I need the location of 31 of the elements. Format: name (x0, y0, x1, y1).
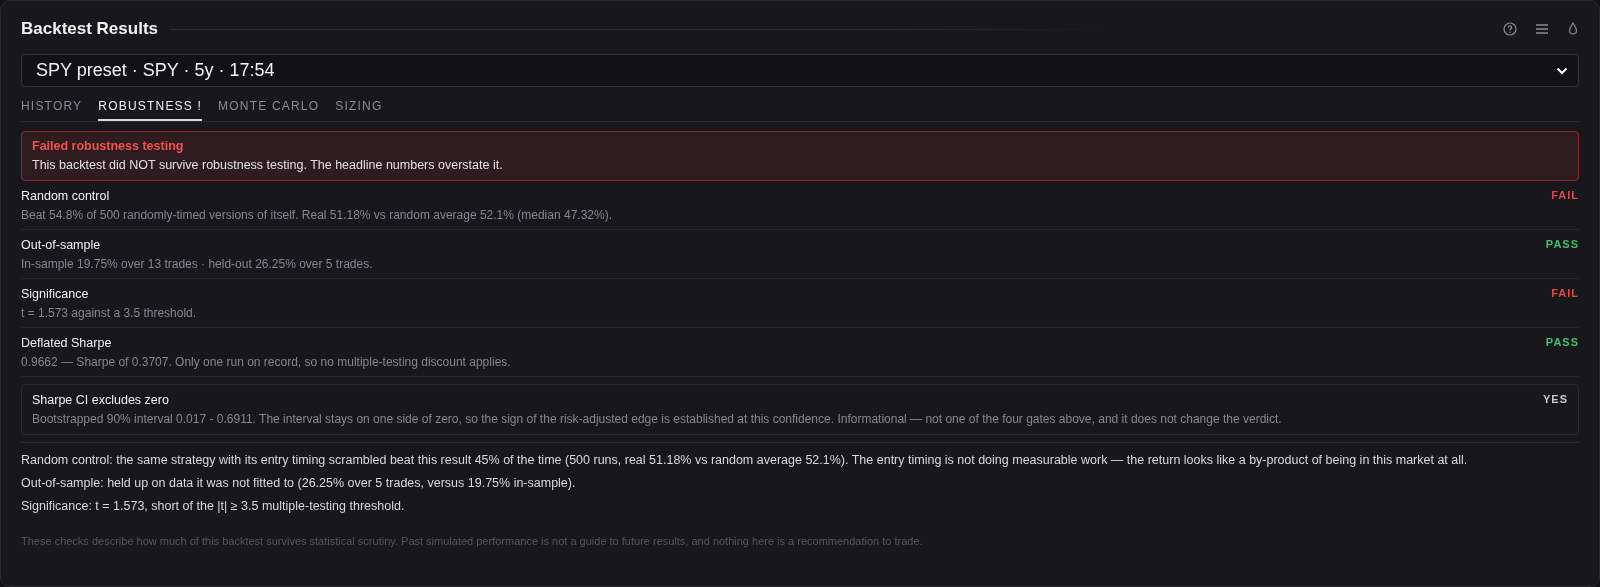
chevron-down-icon (1556, 66, 1568, 75)
check-name: Significance (21, 287, 90, 301)
check-name: Sharpe CI excludes zero (32, 393, 170, 407)
verdict-label: PASS (1545, 238, 1579, 252)
alert-title: Failed robustness testing (32, 139, 185, 153)
verdict-label: PASS (1545, 336, 1579, 350)
check-detail: Bootstrapped 90% interval 0.017 - 0.6911. The interval stays on one side of zero, so the sign of the risk-adjusted edge is established at this confidence. Informational — not one of the four gates above, and it does not change the verdict. (32, 412, 1283, 426)
preset-select[interactable]: SPY preset · SPY · 5y · 17:54 (21, 54, 1579, 87)
tab[interactable]: ROBUSTNESS ! (98, 95, 203, 121)
menu-icon[interactable] (1535, 23, 1549, 35)
check-detail: In-sample 19.75% over 13 trades · held-out 26.25% over 5 trades. (21, 257, 374, 271)
droplet-icon[interactable] (1567, 22, 1579, 36)
tab[interactable]: MONTE CARLO (218, 95, 320, 121)
explanation-text: Random control: the same strategy with its entry timing scrambled beat this result 45% of the time (500 runs, real 51.18% vs random average 52.1%). The entry timing is not doing measurable work — the return looks like a by-product of being in this market at all. (21, 453, 1469, 467)
explanation-text: Significance: t = 1.573, short of the |t| ≥ 3.5 multiple-testing threshold. (21, 499, 406, 513)
check-name: Random control (21, 189, 111, 203)
alert-message: This backtest did NOT survive robustness testing. The headline numbers overstate it. (32, 158, 504, 172)
verdict-label: FAIL (1551, 189, 1579, 203)
explanation-text: Out-of-sample: held up on data it was not fitted to (26.25% over 5 trades, versus 19.75% in-sample). (21, 476, 577, 490)
check-name: Deflated Sharpe (21, 336, 113, 350)
panel-title: Backtest Results (21, 19, 158, 39)
check-detail: t = 1.573 against a 3.5 threshold. (21, 306, 198, 320)
check-detail: Beat 54.8% of 500 randomly-timed versions of itself. Real 51.18% vs random average 52.1% (median 47.32%). (21, 208, 613, 222)
check-name: Out-of-sample (21, 238, 102, 252)
disclaimer-text: These checks describe how much of this backtest survives statistical scrutiny. Past simulated performance is not a guide to future results, and nothing here is a recommendation to trade. (21, 535, 924, 547)
check-detail: 0.9662 — Sharpe of 0.3707. Only one run on record, so no multiple-testing discount applies. (21, 355, 512, 369)
help-icon[interactable] (1503, 22, 1517, 36)
tab[interactable]: HISTORY (21, 95, 83, 121)
verdict-label: YES (1543, 393, 1568, 407)
verdict-label: FAIL (1551, 287, 1579, 301)
tab[interactable]: SIZING (335, 95, 383, 121)
